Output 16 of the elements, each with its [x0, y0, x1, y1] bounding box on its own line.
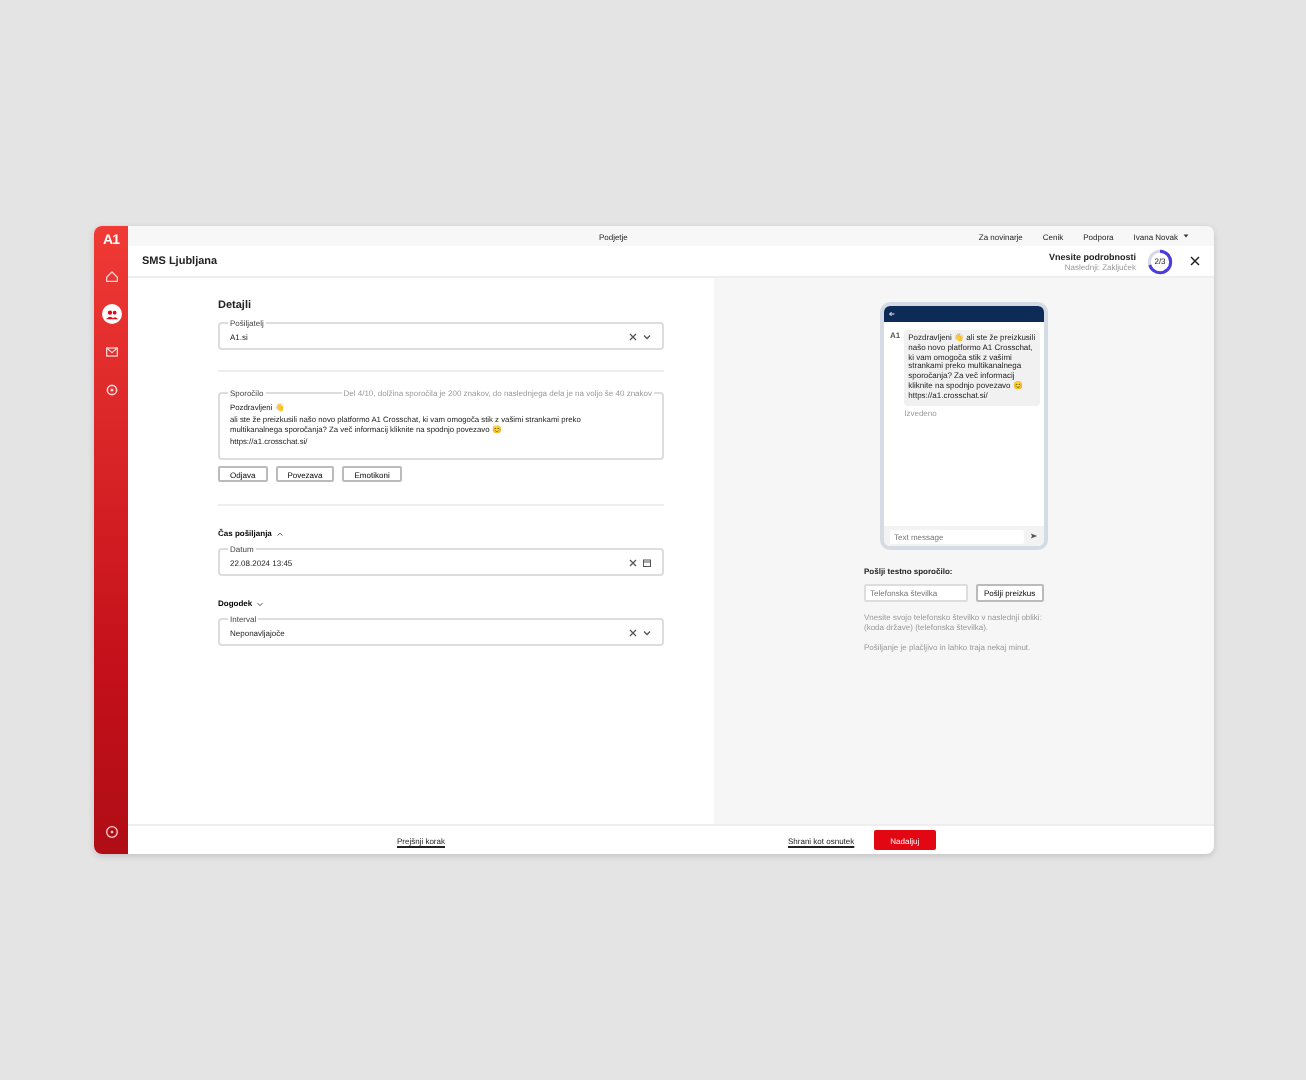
caret-icon[interactable]	[1182, 232, 1190, 240]
mail-icon[interactable]	[101, 342, 121, 362]
back-arrow-icon[interactable]	[888, 310, 896, 318]
chevron-down-icon[interactable]	[642, 331, 652, 341]
home-icon[interactable]	[101, 266, 121, 286]
clear-icon[interactable]	[628, 627, 638, 638]
message-field[interactable]	[218, 392, 664, 461]
chevron-icon	[256, 599, 265, 608]
send-icon[interactable]	[1030, 532, 1038, 540]
people-icon[interactable]	[101, 304, 121, 324]
close-icon[interactable]	[1190, 256, 1200, 266]
calendar-icon[interactable]	[642, 557, 652, 568]
clear-icon[interactable]	[628, 331, 638, 341]
clear-icon[interactable]	[628, 557, 638, 568]
chevron-icon	[275, 529, 284, 538]
chevron-down-icon[interactable]	[642, 627, 652, 638]
